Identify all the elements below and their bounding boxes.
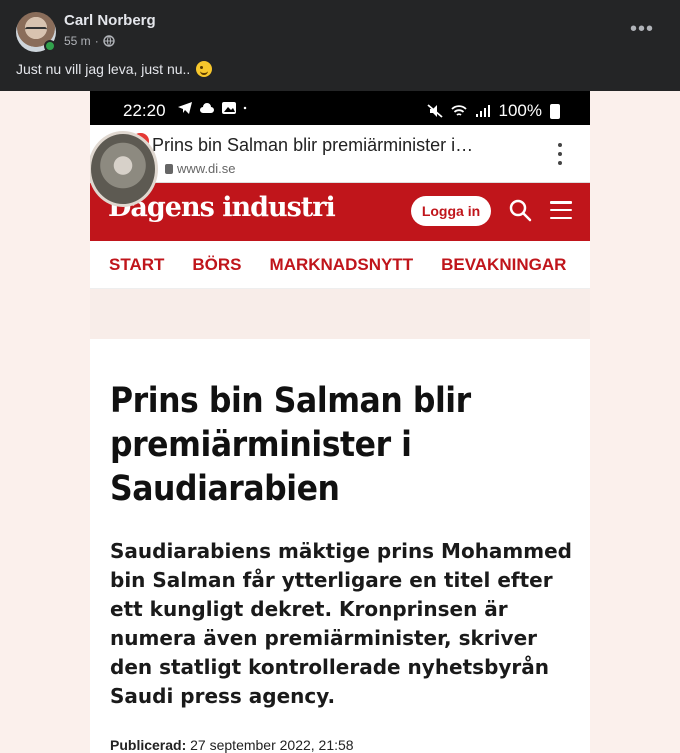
- status-bar: 22:20 100%: [90, 91, 590, 125]
- dot-icon: [243, 106, 247, 110]
- article: Prins bin Salman blir premiärminister i …: [110, 379, 580, 711]
- battery-icon: [550, 103, 560, 119]
- gallery-icon: [222, 102, 236, 114]
- globe-icon: [102, 35, 115, 47]
- system-icons: 100%: [426, 101, 560, 121]
- post-time[interactable]: 55 m: [64, 34, 91, 48]
- nav-item-start[interactable]: START: [109, 255, 164, 275]
- published-label: Publicerad:: [110, 737, 187, 753]
- author-name[interactable]: Carl Norberg: [64, 12, 156, 29]
- status-time: 22:20: [123, 101, 166, 120]
- telegram-icon: [178, 102, 192, 114]
- nav-item-bors[interactable]: BÖRS: [192, 255, 241, 275]
- login-button[interactable]: Logga in: [411, 196, 491, 226]
- signal-icon: [475, 105, 490, 117]
- post-meta: 55 m ·: [64, 34, 115, 48]
- published-date: Publicerad: 27 september 2022, 21:58: [110, 737, 354, 753]
- published-value: 27 september 2022, 21:58: [190, 737, 354, 753]
- post-text: Just nu vill jag leva, just nu..: [16, 61, 213, 77]
- lock-icon: [165, 163, 173, 174]
- nav-item-marknadsnytt[interactable]: MARKNADSNYTT: [270, 255, 414, 275]
- post-image[interactable]: 22:20 100% 1 Prins bin Salman blir premi…: [90, 91, 590, 753]
- post-message: Just nu vill jag leva, just nu..: [16, 61, 191, 77]
- meta-separator: ·: [94, 34, 99, 48]
- post-header: Carl Norberg 55 m · ••• Just nu vill jag…: [0, 0, 680, 91]
- article-headline: Prins bin Salman blir premiärminister i …: [110, 381, 471, 509]
- browser-bar: 1 Prins bin Salman blir premiärminister …: [90, 125, 590, 183]
- nav-item-bevakningar[interactable]: BEVAKNINGAR: [441, 255, 566, 275]
- ad-placeholder: [90, 289, 590, 339]
- article-lead: Saudiarabiens mäktige prins Mohammed bin…: [110, 539, 572, 708]
- url-text: www.di.se: [177, 161, 236, 176]
- site-header: Dagens industri Logga in: [90, 183, 590, 241]
- search-icon[interactable]: [508, 198, 532, 222]
- site-nav: START BÖRS MARKNADSNYTT BEVAKNINGAR: [90, 241, 590, 289]
- battery-percent: 100%: [498, 101, 542, 120]
- online-status-dot: [44, 40, 56, 52]
- wink-emoji-icon: [196, 61, 213, 77]
- hamburger-menu-icon[interactable]: [550, 201, 572, 219]
- tab-title[interactable]: Prins bin Salman blir premiärminister i…: [152, 135, 473, 156]
- url-display[interactable]: www.di.se: [165, 161, 236, 176]
- browser-menu-icon[interactable]: [558, 143, 562, 165]
- wifi-icon: [450, 105, 467, 116]
- chat-head-avatar[interactable]: [90, 131, 158, 207]
- notification-icons: [177, 101, 251, 115]
- cloud-icon: [200, 103, 214, 113]
- mute-icon: [426, 104, 443, 118]
- more-options-button[interactable]: •••: [630, 19, 654, 39]
